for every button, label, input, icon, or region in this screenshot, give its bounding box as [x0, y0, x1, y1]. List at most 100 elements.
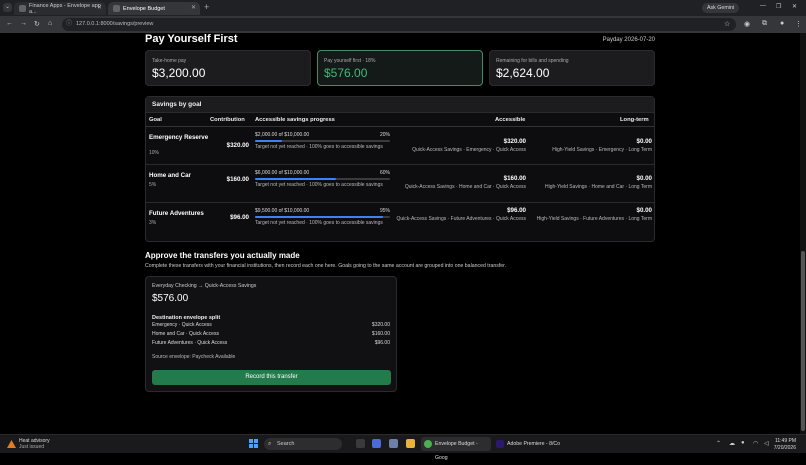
long-term-cell: $0.00 High-Yield Savings · Emergency · L… — [534, 138, 652, 154]
chat-icon[interactable] — [389, 439, 398, 448]
extension-icon[interactable]: ◉ — [744, 20, 750, 28]
split-name: Home and Car · Quick Access — [152, 330, 219, 337]
onedrive-icon[interactable]: ☁ — [729, 440, 735, 447]
progress-cell: $2,000.00 of $10,000.00 20% Target not ye… — [255, 132, 390, 151]
long-term-amount: $0.00 — [636, 175, 652, 182]
table-heading: Savings by goal — [146, 97, 654, 113]
menu-kebab-icon[interactable]: ⋮ — [795, 20, 802, 28]
savings-by-goal-table: Savings by goal Goal Contribution Access… — [145, 96, 655, 242]
goal-name: Emergency Reserve — [149, 134, 209, 141]
taskbar-app-chrome[interactable]: Envelope Budget - Goog — [421, 437, 491, 461]
home-icon[interactable]: ⌂ — [48, 20, 52, 27]
page-title: Pay Yourself First — [145, 33, 238, 45]
reload-icon[interactable]: ↻ — [34, 20, 40, 28]
goal-percent: 10% — [149, 150, 160, 156]
back-icon[interactable]: ← — [6, 20, 13, 27]
new-tab-icon[interactable]: + — [204, 2, 209, 12]
minimize-icon[interactable]: — — [760, 3, 766, 9]
table-row: Future Adventures 3% $96.00 $9,500.00 of… — [146, 204, 654, 241]
split-row: Future Adventures · Quick Access $96.00 — [152, 340, 390, 349]
forward-icon[interactable]: → — [20, 20, 27, 27]
clock-time: 11:49 PM — [774, 438, 796, 444]
tab-title: Finance Apps - Envelope app a... — [29, 2, 101, 15]
progress-fill — [255, 178, 336, 180]
progress-note: Target not yet reached · 100% goes to ac… — [255, 220, 383, 226]
file-explorer-icon[interactable] — [406, 439, 415, 448]
split-name: Future Adventures · Quick Access — [152, 339, 228, 346]
summary-card-remaining: Remaining for bills and spending $2,624.… — [489, 50, 655, 86]
summary-label: Pay yourself first · 18% — [324, 58, 376, 64]
maximize-icon[interactable]: ❐ — [776, 3, 781, 10]
split-row: Home and Car · Quick Access $160.00 — [152, 331, 390, 340]
bookmark-star-icon[interactable]: ☆ — [724, 20, 730, 28]
long-term-amount: $0.00 — [636, 138, 652, 145]
record-transfer-button[interactable]: Record this transfer — [152, 370, 391, 385]
table-header-row: Goal Contribution Accessible savings pro… — [146, 115, 654, 127]
browser-tab-finance-apps[interactable]: Finance Apps - Envelope app a... ✕ — [14, 2, 106, 15]
browser-tab-envelope-budget[interactable]: Envelope Budget ✕ — [108, 2, 200, 15]
page-viewport: Pay Yourself First Payday 2026-07-20 Tak… — [0, 33, 800, 434]
summary-card-take-home: Take-home pay $3,200.00 — [145, 50, 311, 86]
progress-text: $2,000.00 of $10,000.00 — [255, 132, 310, 138]
taskbar-app-premiere[interactable]: Adobe Premiere - 8/Co — [493, 437, 561, 451]
progress-cell: $6,000.00 of $10,000.00 60% Target not ye… — [255, 170, 390, 189]
url-text: 127.0.0.1:8000/savings/preview — [76, 21, 154, 27]
goal-percent: 3% — [149, 220, 157, 226]
column-header-progress: Accessible savings progress — [255, 117, 335, 123]
split-value: $320.00 — [371, 321, 390, 328]
taskbar-app-label: Envelope Budget - Goog — [435, 441, 478, 461]
progress-bar — [255, 216, 390, 218]
summary-value: $2,624.00 — [496, 66, 550, 80]
goal-name: Home and Car — [149, 172, 191, 179]
progress-percent: 95% — [379, 208, 390, 214]
progress-bar — [255, 178, 390, 180]
ask-gemini-button[interactable]: Ask Gemini — [702, 3, 740, 13]
close-tab-icon[interactable]: ✕ — [97, 4, 102, 11]
progress-percent: 60% — [379, 170, 390, 176]
address-bar[interactable]: ⓘ 127.0.0.1:8000/savings/preview — [62, 18, 736, 31]
long-term-cell: $0.00 High-Yield Savings · Future Advent… — [534, 207, 652, 223]
volume-icon[interactable]: ◁ — [764, 440, 769, 447]
page-scrollbar[interactable] — [800, 33, 806, 434]
progress-fill — [255, 216, 384, 218]
tray-chevron-icon[interactable]: ⌃ — [716, 440, 721, 447]
system-clock[interactable]: 11:49 PM 7/20/2026 — [774, 438, 796, 451]
search-icon: ⌕ — [268, 441, 272, 447]
column-header-long-term: Long-term — [620, 117, 649, 123]
task-view-icon[interactable] — [356, 439, 365, 448]
profile-avatar-icon[interactable]: ● — [780, 20, 784, 27]
wifi-icon[interactable]: ◠ — [753, 440, 758, 447]
tab-favicon-icon — [113, 5, 120, 12]
table-row: Emergency Reserve 10% $320.00 $2,000.00 … — [146, 128, 654, 165]
close-tab-icon[interactable]: ✕ — [191, 4, 196, 11]
taskbar-search[interactable]: ⌕ Search — [264, 438, 342, 450]
goal-contribution: $160.00 — [226, 176, 249, 183]
tab-title: Envelope Budget — [123, 5, 165, 12]
windows-start-icon[interactable] — [249, 439, 258, 448]
microphone-icon[interactable]: ● — [741, 440, 745, 446]
progress-text: $9,500.00 of $10,000.00 — [255, 208, 310, 214]
split-name: Emergency · Quick Access — [152, 321, 212, 328]
long-term-cell: $0.00 High-Yield Savings · Home and Car … — [534, 175, 652, 191]
accessible-cell: $160.00 Quick-Access Savings · Home and … — [396, 175, 526, 191]
progress-note: Target not yet reached · 100% goes to ac… — [255, 144, 383, 150]
scrollbar-thumb[interactable] — [801, 251, 805, 431]
progress-cell: $9,500.00 of $10,000.00 95% Target not ye… — [255, 208, 390, 227]
long-term-destination: High-Yield Savings · Future Adventures ·… — [536, 216, 652, 222]
summary-value: $576.00 — [324, 66, 368, 80]
column-header-contribution: Contribution — [210, 117, 245, 123]
site-info-icon[interactable]: ⓘ — [66, 18, 72, 31]
long-term-destination: High-Yield Savings · Home and Car · Long… — [545, 184, 652, 190]
close-window-icon[interactable]: ✕ — [792, 3, 797, 10]
weather-widget[interactable]: Heat advisory Just issued — [7, 438, 50, 450]
widgets-icon[interactable] — [372, 439, 381, 448]
goal-contribution: $96.00 — [230, 214, 249, 221]
transfer-amount: $576.00 — [152, 293, 189, 304]
clock-date: 7/20/2026 — [773, 444, 796, 451]
long-term-destination: High-Yield Savings · Emergency · Long Te… — [552, 147, 652, 153]
extensions-puzzle-icon[interactable]: ⧉ — [762, 20, 767, 28]
tab-search-button[interactable]: ⌄ — [3, 3, 12, 12]
accessible-destination: Quick-Access Savings · Emergency · Quick… — [412, 147, 526, 153]
table-row: Home and Car 5% $160.00 $6,000.00 of $10… — [146, 166, 654, 203]
accessible-destination: Quick-Access Savings · Home and Car · Qu… — [404, 184, 526, 190]
